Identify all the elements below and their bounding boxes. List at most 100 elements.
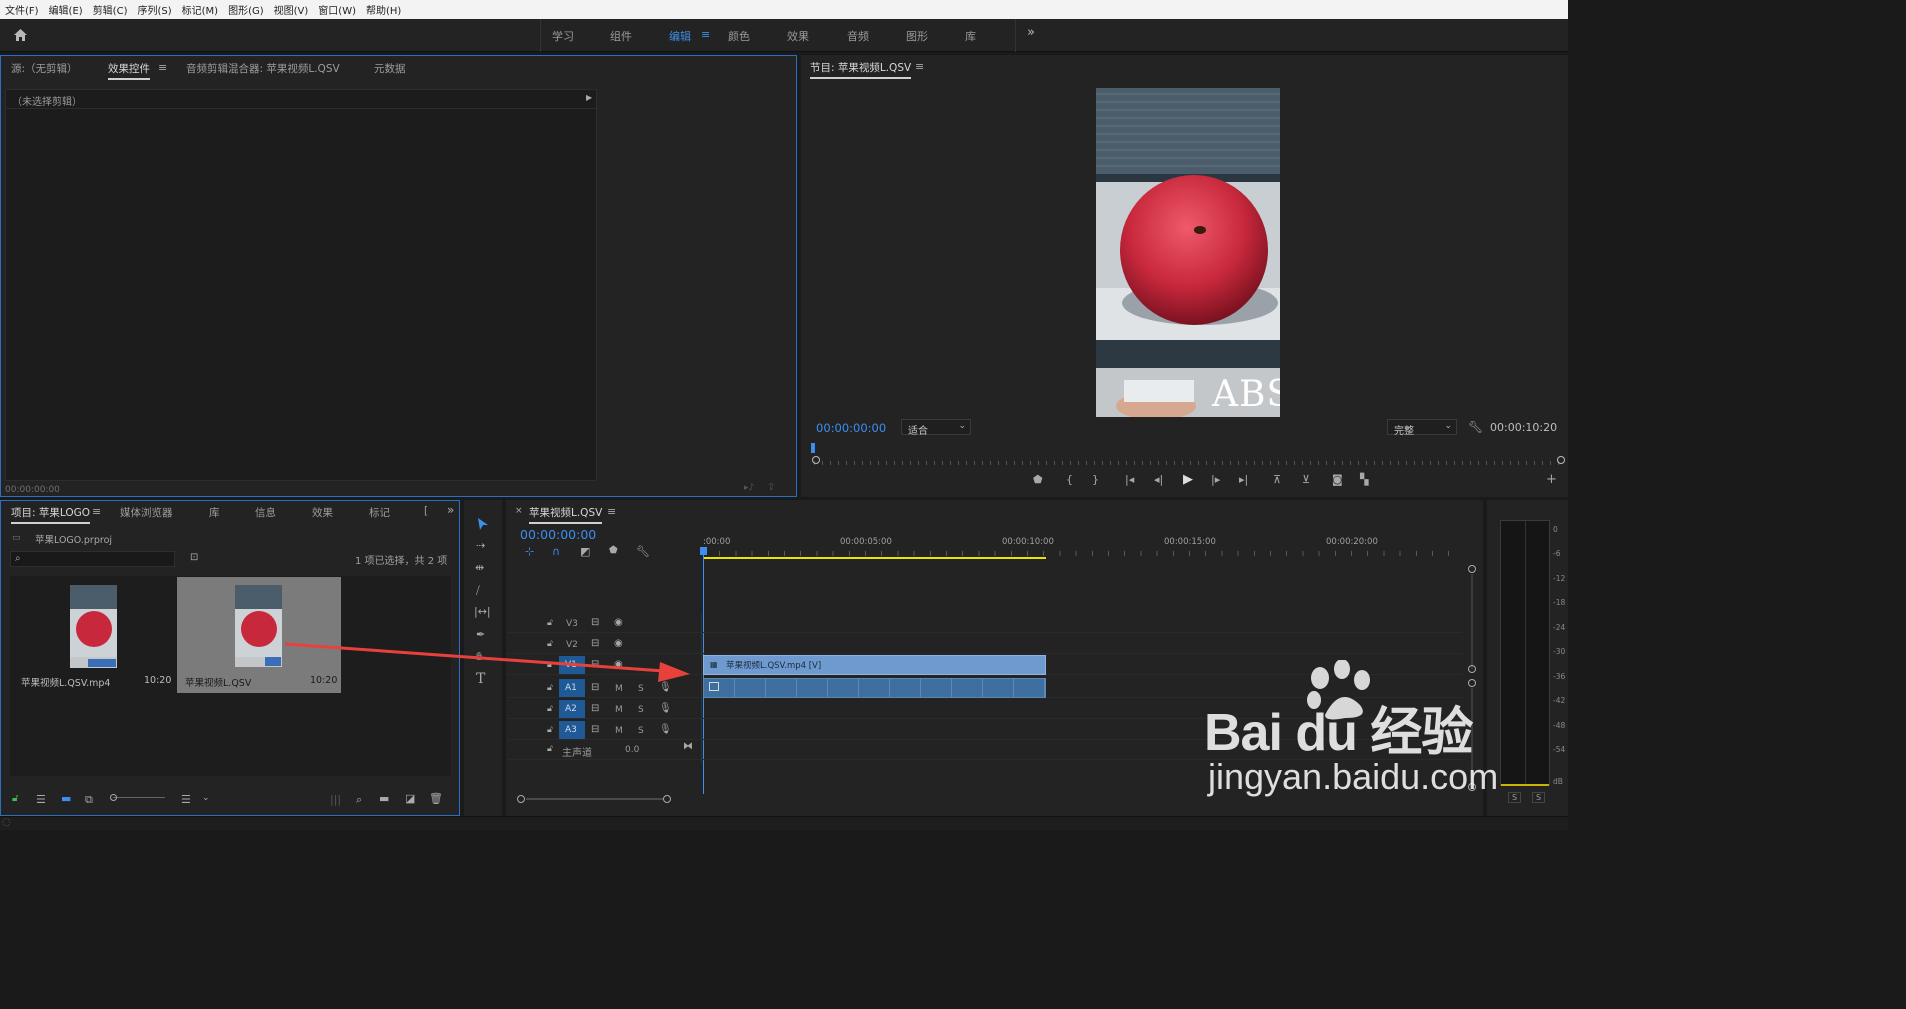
horizontal-scrollbar[interactable] (517, 795, 672, 805)
sequence-tab[interactable]: 苹果视频L.QSV (529, 505, 603, 524)
program-scrubber[interactable] (814, 455, 1564, 465)
quality-select[interactable]: 完整 ⌄ (1387, 419, 1457, 437)
work-area-bar[interactable] (703, 557, 1046, 559)
wrench-icon[interactable]: 🔧︎ (636, 546, 650, 557)
sync-lock-icon[interactable]: ⊟ (591, 683, 599, 693)
lock-icon[interactable]: 🔓︎ (547, 619, 553, 628)
linked-selection-icon[interactable]: ◩ (580, 546, 590, 557)
menu-sequence[interactable]: 序列(S) (132, 2, 176, 17)
eye-icon[interactable]: ◉ (614, 618, 623, 628)
solo-button[interactable]: S (638, 705, 644, 715)
tab-source[interactable]: 源:（无剪辑） (11, 61, 78, 76)
menu-window[interactable]: 窗口(W) (313, 2, 361, 17)
export-icon[interactable]: ⇪ (767, 483, 775, 493)
panel-menu-icon[interactable]: ≡ (607, 506, 616, 517)
step-back-icon[interactable]: ◂| (1154, 474, 1163, 485)
selection-tool-icon[interactable] (477, 517, 489, 531)
out-handle[interactable] (1557, 456, 1565, 464)
step-forward-icon[interactable]: |▸ (1211, 474, 1220, 485)
mute-button[interactable]: M (615, 726, 623, 736)
workspace-tab-effects[interactable]: 效果 (787, 28, 809, 44)
sync-lock-icon[interactable]: ⊟ (591, 725, 599, 735)
tab-metadata[interactable]: 元数据 (374, 61, 406, 76)
hand-tool-icon[interactable]: ✋︎ (476, 651, 482, 662)
close-icon[interactable]: × (515, 507, 523, 516)
audio-clip[interactable] (703, 678, 1046, 698)
sync-lock-icon[interactable]: ⊟ (591, 639, 599, 649)
lock-icon[interactable]: 🔓︎ (547, 745, 553, 754)
solo-left-button[interactable]: S (1508, 792, 1522, 803)
program-video-frame[interactable]: ABS (1096, 88, 1280, 417)
go-to-in-icon[interactable]: |◂ (1125, 474, 1134, 485)
ruler-ticks[interactable] (703, 551, 1463, 556)
tab-effect-controls[interactable]: 效果控件 (108, 61, 150, 80)
scroll-handle[interactable] (1468, 783, 1476, 791)
project-item-selected[interactable]: 苹果视频L.QSV 10:20 (177, 577, 341, 693)
in-handle[interactable] (812, 456, 820, 464)
menu-graphics[interactable]: 图形(G) (223, 2, 269, 17)
lock-icon[interactable]: 🔓︎ (547, 661, 553, 670)
lock-icon[interactable]: 🔓︎ (12, 794, 18, 804)
lift-icon[interactable]: ⊼ (1273, 474, 1281, 485)
list-view-icon[interactable]: ☰ (36, 794, 46, 805)
tab-project[interactable]: 项目: 苹果LOGO (11, 505, 91, 524)
track-label-a1[interactable]: A1 (559, 679, 585, 697)
new-item-icon[interactable]: ◪ (405, 793, 415, 804)
scroll-handle[interactable] (1468, 565, 1476, 573)
workspace-tab-assembly[interactable]: 组件 (610, 28, 632, 44)
track-label-v2[interactable]: V2 (566, 640, 578, 650)
type-tool-icon[interactable]: T (476, 672, 485, 686)
menu-clip[interactable]: 剪辑(C) (88, 2, 133, 17)
tab-libraries[interactable]: 库 (209, 505, 220, 520)
program-current-timecode[interactable]: 00:00:00:00 (816, 421, 886, 435)
lock-icon[interactable]: 🔓︎ (547, 726, 553, 735)
find-icon[interactable]: ⌕ (356, 794, 362, 805)
eye-icon[interactable]: ◉ (614, 660, 623, 670)
menu-edit[interactable]: 编辑(E) (44, 2, 88, 17)
sync-lock-icon[interactable]: ⊟ (591, 660, 599, 670)
project-item[interactable]: 苹果视频L.QSV.mp4 10:20 (11, 577, 175, 693)
add-button-icon[interactable]: + (1546, 473, 1557, 486)
add-marker-icon[interactable]: ⬟ (1033, 474, 1043, 485)
microphone-icon[interactable]: 🎙︎ (659, 683, 672, 693)
new-bin-icon[interactable]: ▬ (379, 793, 389, 804)
video-clip[interactable]: ▦ 苹果视频L.QSV.mp4 [V] (703, 655, 1046, 675)
new-bin-from-search-icon[interactable]: ⊡ (190, 553, 198, 563)
add-marker-icon[interactable]: ⬟ (609, 546, 618, 556)
ripple-edit-tool-icon[interactable]: ⇹ (475, 562, 484, 573)
tab-effects[interactable]: 效果 (312, 505, 333, 520)
comparison-view-icon[interactable]: ▚ (1360, 474, 1368, 485)
solo-button[interactable]: S (638, 726, 644, 736)
tab-history[interactable]: [ (424, 505, 428, 517)
master-volume-value[interactable]: 0.0 (625, 745, 639, 755)
trash-icon[interactable]: 🗑︎ (429, 793, 443, 804)
scroll-handle[interactable] (1468, 679, 1476, 687)
mark-in-icon[interactable]: { (1066, 474, 1073, 485)
mark-out-icon[interactable]: } (1092, 474, 1099, 485)
menu-markers[interactable]: 标记(M) (177, 2, 223, 17)
chevron-down-icon[interactable]: ⌄ (202, 794, 210, 803)
timeline-timecode[interactable]: 00:00:00:00 (520, 527, 596, 542)
mute-button[interactable]: M (615, 705, 623, 715)
tab-audio-clip-mixer[interactable]: 音频剪辑混合器: 苹果视频L.QSV (186, 61, 340, 76)
workspace-tab-learn[interactable]: 学习 (552, 28, 574, 44)
play-expand-icon[interactable]: ▶ (586, 94, 592, 102)
freeform-view-icon[interactable]: ⧉ (85, 794, 93, 805)
tab-info[interactable]: 信息 (255, 505, 276, 520)
extract-icon[interactable]: ⊻ (1302, 474, 1310, 485)
lock-icon[interactable]: 🔓︎ (547, 705, 553, 714)
menu-help[interactable]: 帮助(H) (361, 2, 406, 17)
menu-file[interactable]: 文件(F) (0, 2, 44, 17)
workspace-tab-libraries[interactable]: 库 (965, 28, 976, 44)
wrench-icon[interactable]: 🔧︎ (1468, 421, 1483, 433)
home-icon[interactable] (13, 28, 28, 42)
project-search-input[interactable]: ⌕ (10, 551, 175, 567)
pen-tool-icon[interactable]: ✒︎ (476, 629, 485, 640)
sync-lock-icon[interactable]: ⊟ (591, 704, 599, 714)
microphone-icon[interactable]: 🎙︎ (659, 704, 672, 714)
lock-icon[interactable]: 🔓︎ (547, 640, 553, 649)
automate-to-sequence-icon[interactable]: ||| (330, 794, 341, 805)
solo-button[interactable]: S (638, 684, 644, 694)
more-tabs-icon[interactable]: » (447, 504, 454, 516)
fit-select[interactable]: 适合 ⌄ (901, 419, 971, 437)
